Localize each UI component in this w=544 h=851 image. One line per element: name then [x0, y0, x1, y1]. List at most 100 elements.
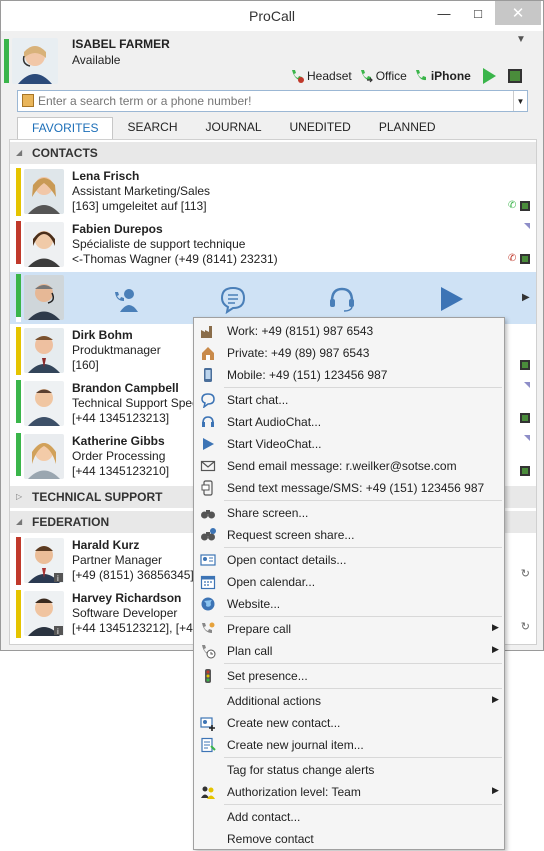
- presence-bar: [16, 327, 21, 375]
- factory-icon: [201, 326, 212, 338]
- menu-item-start-audiochat[interactable]: Start AudioChat...: [194, 411, 504, 433]
- film-icon: [520, 254, 530, 264]
- presence-bar: [16, 221, 21, 269]
- sync-icon: ↻: [520, 568, 530, 580]
- tab-search[interactable]: SEARCH: [113, 117, 191, 139]
- menu-item-call-private[interactable]: Private: +49 (89) 987 6543: [194, 342, 504, 364]
- contact-role: Order Processing: [72, 449, 166, 463]
- list-item[interactable]: Fabien Durepos Spécialiste de support te…: [10, 219, 536, 270]
- my-presence-status[interactable]: Available: [72, 53, 120, 67]
- menu-separator: [224, 500, 502, 501]
- menu-separator: [224, 804, 502, 805]
- menu-item-request-screen-share[interactable]: Request screen share...: [194, 524, 504, 546]
- chevron-down-icon: ◢: [16, 517, 23, 526]
- contact-role: Technical Support Spec: [72, 396, 199, 410]
- chat-icon[interactable]: [218, 284, 248, 314]
- tab-planned[interactable]: PLANNED: [365, 117, 450, 139]
- contact-info: [163] umgeleitet auf [113]: [72, 199, 207, 213]
- chevron-right-icon: ▶: [492, 644, 499, 654]
- svg-text:i: i: [57, 627, 59, 636]
- maximize-button[interactable]: □: [461, 1, 495, 25]
- contact-role: Assistant Marketing/Sales: [72, 184, 211, 198]
- presence-bar: [16, 537, 21, 585]
- chat-icon: [201, 393, 215, 408]
- menu-item-start-videochat[interactable]: Start VideoChat...: [194, 433, 504, 455]
- menu-item-authorization-level[interactable]: Authorization level: Team ▶: [194, 781, 504, 803]
- contact-status-icons: ↻: [521, 620, 530, 633]
- mobile-phone-icon: [204, 368, 212, 382]
- menu-item-set-presence[interactable]: Set presence...: [194, 665, 504, 687]
- contact-info: [+44 1345123210]: [72, 464, 170, 478]
- my-status-bar: [4, 39, 9, 83]
- search-input[interactable]: [38, 93, 508, 109]
- contact-info: [160]: [72, 358, 99, 372]
- contact-status-icons: ✆: [508, 254, 530, 264]
- contact-info: [+44 1345123213]: [72, 411, 170, 425]
- menu-item-open-contact-details[interactable]: Open contact details...: [194, 549, 504, 571]
- phone-forbidden-icon: [292, 70, 304, 83]
- menu-item-create-journal-item[interactable]: Create new journal item...: [194, 734, 504, 756]
- chevron-down-icon[interactable]: ▼: [513, 91, 527, 111]
- film-icon: [520, 413, 530, 423]
- film-icon: [520, 360, 530, 370]
- menu-item-remove-contact[interactable]: Remove contact: [194, 828, 504, 850]
- menu-item-plan-call[interactable]: Plan call ▶: [194, 640, 504, 662]
- contact-status-icons: [520, 466, 530, 476]
- prepare-call-icon: [202, 622, 215, 633]
- close-button[interactable]: ✕: [495, 1, 541, 25]
- presence-bar: [16, 590, 21, 638]
- menu-item-additional-actions[interactable]: Additional actions ▶: [194, 690, 504, 712]
- journal-icon: [201, 737, 216, 753]
- plan-call-icon: [202, 645, 216, 659]
- device-headset[interactable]: Headset: [289, 68, 352, 84]
- my-avatar[interactable]: [12, 38, 58, 84]
- menu-item-call-work[interactable]: Work: +49 (8151) 987 6543: [194, 320, 504, 342]
- menu-item-add-contact[interactable]: Add contact...: [194, 806, 504, 828]
- traffic-light-icon: [205, 669, 211, 683]
- menu-item-tag-status-alerts[interactable]: Tag for status change alerts: [194, 759, 504, 781]
- menu-item-website[interactable]: Website...: [194, 593, 504, 615]
- device-selector: Headset Office iPhone: [289, 67, 522, 85]
- video-play-icon: [203, 438, 214, 450]
- search-field[interactable]: ▼: [17, 90, 528, 112]
- calendar-icon: [200, 575, 216, 590]
- menu-item-share-screen[interactable]: Share screen...: [194, 502, 504, 524]
- contact-status-icons: ↻: [521, 567, 530, 580]
- call-contact-icon[interactable]: [112, 284, 142, 314]
- headset-icon[interactable]: [327, 284, 357, 314]
- tab-favorites[interactable]: FAVORITES: [17, 117, 114, 139]
- tab-unedited[interactable]: UNEDITED: [276, 117, 365, 139]
- menu-item-send-sms[interactable]: Send text message/SMS: +49 (151) 123456 …: [194, 477, 504, 499]
- phone-forward-icon: [360, 70, 373, 83]
- group-header-contacts[interactable]: ◢ CONTACTS: [10, 142, 536, 164]
- list-item[interactable]: Lena Frisch Assistant Marketing/Sales [1…: [10, 166, 536, 217]
- chevron-down-icon[interactable]: ▼: [516, 34, 526, 45]
- menu-item-create-new-contact[interactable]: Create new contact...: [194, 712, 504, 734]
- contact-role: Produktmanager: [72, 343, 161, 357]
- menu-item-send-email[interactable]: Send email message: r.weilker@sotse.com: [194, 455, 504, 477]
- film-icon[interactable]: [507, 69, 522, 83]
- menu-item-prepare-call[interactable]: Prepare call ▶: [194, 618, 504, 640]
- tab-journal[interactable]: JOURNAL: [191, 117, 275, 139]
- menu-item-call-mobile[interactable]: Mobile: +49 (151) 123456 987: [194, 364, 504, 386]
- sms-icon: [201, 480, 213, 496]
- contact-status-icons: ✆: [508, 201, 530, 211]
- chevron-right-icon[interactable]: ▶: [522, 292, 530, 303]
- device-office[interactable]: Office: [358, 68, 407, 84]
- chevron-right-icon: ▶: [492, 622, 499, 632]
- video-play-icon[interactable]: [482, 68, 496, 84]
- contact-context-menu: Work: +49 (8151) 987 6543 Private: +49 (…: [193, 317, 505, 850]
- chevron-right-icon: ▷: [16, 492, 23, 501]
- menu-item-open-calendar[interactable]: Open calendar...: [194, 571, 504, 593]
- binoculars-icon: [201, 510, 215, 519]
- chevron-right-icon: ▶: [492, 785, 499, 795]
- avatar: [24, 275, 64, 320]
- contact-status-icons: [520, 413, 530, 423]
- team-icon: [201, 786, 215, 799]
- device-iphone[interactable]: iPhone: [413, 68, 471, 84]
- menu-item-start-chat[interactable]: Start chat...: [194, 389, 504, 411]
- corner-marker-icon: [524, 382, 530, 388]
- presence-bar: [16, 380, 21, 428]
- minimize-button[interactable]: —: [427, 1, 461, 25]
- video-play-icon[interactable]: [436, 284, 466, 314]
